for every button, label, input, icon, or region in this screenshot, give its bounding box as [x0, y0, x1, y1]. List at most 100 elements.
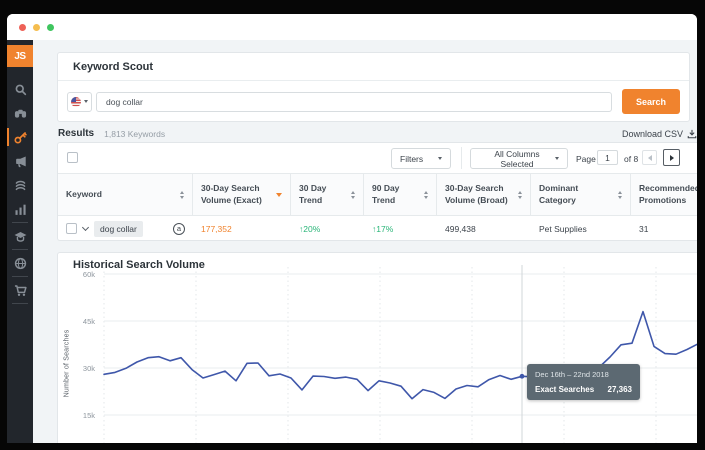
results-table-card: Filters All Columns Selected Page of 8 [57, 142, 697, 241]
sidebar-divider [12, 303, 28, 304]
dominant-category-cell: Pet Supplies [531, 224, 631, 234]
results-label: Results [58, 128, 94, 139]
magnifier-icon [14, 83, 27, 96]
close-window-button[interactable] [19, 24, 26, 31]
columns-label: All Columns Selected [479, 149, 555, 169]
sidebar-item-store[interactable] [7, 278, 33, 302]
search-button[interactable]: Search [622, 89, 680, 114]
chevron-down-icon [438, 157, 442, 160]
column-header-30-day-trend[interactable]: 30 Day Trend [291, 174, 364, 215]
download-icon [687, 129, 697, 139]
column-header-broad-volume[interactable]: 30-Day Search Volume (Broad) [437, 174, 531, 215]
table-header-row: Keyword 30-Day Search Volume (Exact) 30 … [58, 173, 697, 216]
tooltip-series-label: Exact Searches [535, 385, 594, 394]
column-header-exact-volume[interactable]: 30-Day Search Volume (Exact) [193, 174, 291, 215]
sidebar-item-web[interactable] [7, 251, 33, 275]
column-label: 90 Day Trend [372, 183, 424, 205]
expand-row-chevron-icon[interactable] [82, 223, 89, 230]
results-count: 1,813 Keywords [104, 129, 165, 139]
sort-desc-icon [276, 193, 282, 197]
binoculars-icon [14, 107, 27, 120]
bar-chart-icon [14, 203, 27, 216]
keyword-scout-card: Keyword Scout Search [57, 52, 690, 122]
sidebar-divider [12, 276, 28, 277]
app-body: JS [7, 40, 697, 443]
next-page-button[interactable] [663, 149, 680, 166]
column-header-recommended-promotions[interactable]: Recommended Promotions [631, 174, 697, 215]
globe-icon [14, 257, 27, 270]
column-label: Dominant Category [539, 183, 618, 205]
historical-search-volume-card: Historical Search Volume Number of Searc… [57, 252, 697, 443]
desktop-background: JS [0, 0, 705, 450]
sidebar-divider [12, 249, 28, 250]
sort-icon [618, 191, 622, 199]
main-content: Keyword Scout Search Results 1,813 Keywo… [33, 40, 697, 443]
row-checkbox[interactable] [66, 223, 77, 234]
key-icon [14, 131, 27, 144]
trend-30-cell: 20% [291, 224, 364, 234]
column-header-90-day-trend[interactable]: 90 Day Trend [364, 174, 437, 215]
cart-icon [14, 284, 27, 297]
page-total-label: of 8 [624, 154, 638, 164]
column-label: Keyword [66, 189, 180, 200]
column-label: Recommended Promotions [639, 183, 697, 205]
app-window: JS [7, 14, 697, 443]
columns-selector-button[interactable]: All Columns Selected [470, 148, 568, 169]
column-label: 30-Day Search Volume (Broad) [445, 183, 518, 205]
jungle-scout-logo[interactable]: JS [7, 45, 33, 67]
sidebar-item-keyword-scout[interactable] [7, 125, 33, 149]
keyword-cell: dog collar a [58, 221, 193, 237]
column-label: 30 Day Trend [299, 183, 351, 205]
table-row[interactable]: dog collar a 177,352 20% 17% 499,438 Pet… [58, 216, 697, 241]
table-toolbar: Filters All Columns Selected Page of 8 [58, 143, 697, 173]
chevron-right-icon [670, 155, 674, 161]
column-header-dominant-category[interactable]: Dominant Category [531, 174, 631, 215]
page-title: Keyword Scout [58, 53, 689, 81]
keyword-tag: dog collar [94, 221, 143, 237]
sidebar-item-sales-analytics[interactable] [7, 197, 33, 221]
page-number-input[interactable] [597, 150, 618, 165]
keyword-search-input[interactable] [96, 92, 612, 112]
filters-label: Filters [400, 154, 423, 164]
logo-text: JS [14, 51, 25, 62]
promotions-cell: 31 [631, 224, 697, 234]
tooltip-value: 27,363 [608, 385, 632, 394]
sort-icon [180, 191, 184, 199]
download-csv-label: Download CSV [622, 129, 683, 139]
exact-volume-cell: 177,352 [193, 224, 291, 234]
marketplace-selector[interactable] [67, 92, 92, 112]
amazon-badge-icon: a [173, 223, 185, 235]
previous-page-button[interactable] [642, 150, 657, 165]
column-header-keyword[interactable]: Keyword [58, 174, 193, 215]
toolbar-divider [461, 147, 462, 169]
us-flag-icon [71, 97, 81, 107]
broad-volume-cell: 499,438 [437, 224, 531, 234]
search-row: Search [58, 81, 689, 114]
window-titlebar [7, 14, 697, 40]
search-volume-line-chart[interactable] [58, 253, 697, 443]
sidebar-item-supplier[interactable] [7, 173, 33, 197]
sort-icon [518, 191, 522, 199]
chevron-down-icon [84, 100, 88, 103]
sort-icon [424, 191, 428, 199]
trend-90-cell: 17% [364, 224, 437, 234]
tooltip-date: Dec 16th – 22nd 2018 [535, 370, 632, 379]
sort-icon [351, 191, 355, 199]
results-summary: Results 1,813 Keywords Download CSV [58, 128, 697, 139]
select-all-checkbox[interactable] [67, 152, 78, 163]
chevron-left-icon [648, 155, 652, 161]
sidebar-item-launch[interactable] [7, 149, 33, 173]
maximize-window-button[interactable] [47, 24, 54, 31]
filters-button[interactable]: Filters [391, 148, 451, 169]
graduation-cap-icon [14, 230, 27, 243]
sidebar-item-search[interactable] [7, 77, 33, 101]
download-csv-link[interactable]: Download CSV [622, 129, 697, 139]
page-label: Page [576, 154, 596, 164]
sidebar-item-academy[interactable] [7, 224, 33, 248]
ribbon-icon [14, 179, 27, 192]
sidebar-item-product-database[interactable] [7, 101, 33, 125]
megaphone-icon [14, 155, 27, 168]
chart-tooltip: Dec 16th – 22nd 2018 Exact Searches 27,3… [527, 364, 640, 400]
chevron-down-icon [555, 157, 559, 160]
minimize-window-button[interactable] [33, 24, 40, 31]
